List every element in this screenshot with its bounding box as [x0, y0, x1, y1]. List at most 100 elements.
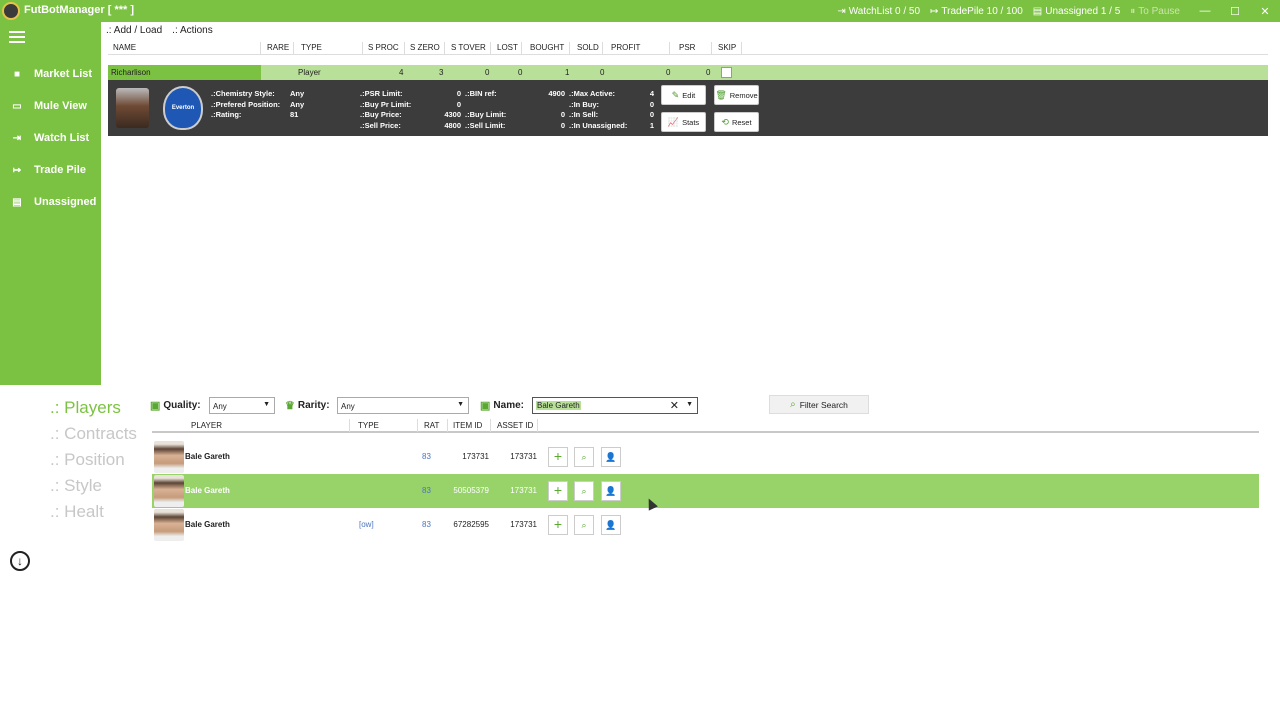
name-input-text: Bale Gareth [536, 401, 581, 410]
search-player-button[interactable]: 👤 [601, 515, 621, 535]
name-search-input[interactable]: Bale Gareth ✕ ▼ [532, 397, 698, 414]
table-row[interactable]: Richarlison Player 4 3 0 0 1 0 0 0 [108, 65, 1268, 80]
person-search-icon: 👤 [605, 452, 617, 462]
table-row[interactable]: Bale Gareth 83 50505379 173731 + ⌕ 👤 [152, 474, 1259, 508]
filter-search-button[interactable]: ⌕ Filter Search [769, 395, 869, 414]
player-name: Richarlison [108, 65, 261, 80]
edit-icon: ✎ [671, 89, 680, 100]
menu-add-load[interactable]: .: Add / Load [106, 25, 162, 36]
add-button[interactable]: + [548, 481, 568, 501]
col-psr[interactable]: PSR [674, 43, 695, 52]
max-active-label: .:Max Active: [569, 89, 615, 98]
col-s-proc[interactable]: S PROC [363, 43, 399, 52]
rating-value: 81 [290, 110, 299, 119]
position-value: Any [290, 100, 305, 109]
sidebar-item-trade-pile[interactable]: ↦ Trade Pile [0, 160, 101, 180]
maximize-button[interactable]: ☐ [1220, 5, 1250, 18]
menu-actions[interactable]: .: Actions [172, 25, 213, 36]
category-nav: .: Players .: Contracts .: Position .: S… [50, 398, 137, 528]
sidebar-item-unassigned[interactable]: ▤ Unassigned [0, 192, 101, 212]
minimize-button[interactable]: — [1190, 5, 1220, 17]
pause-button[interactable]: ⏸ To Pause [1130, 6, 1180, 17]
category-contracts[interactable]: .: Contracts [50, 424, 137, 450]
table-row[interactable]: Bale Gareth [ow] 83 67282595 173731 + ⌕ … [152, 508, 1259, 542]
crown-icon: ♛ [285, 400, 295, 412]
add-button[interactable]: + [548, 515, 568, 535]
add-button[interactable]: + [548, 447, 568, 467]
category-style[interactable]: .: Style [50, 476, 137, 502]
sidebar-item-mule-view[interactable]: ▭ Mule View [0, 96, 101, 116]
col-lost[interactable]: LOST [492, 43, 518, 52]
search-player-button[interactable]: 👤 [601, 481, 621, 501]
sell-limit-value: 0 [560, 121, 565, 130]
caret-down-icon[interactable]: ▼ [686, 401, 693, 408]
search-market-button[interactable]: ⌕ [574, 515, 594, 535]
rarity-label: ♛ Rarity: [285, 400, 330, 412]
col-profit[interactable]: PROFIT [606, 43, 640, 52]
edit-button[interactable]: ✎ Edit [661, 85, 706, 105]
top-menu: .: Add / Load .: Actions [106, 25, 213, 36]
hamburger-menu-icon[interactable] [9, 31, 25, 46]
col-skip[interactable]: SKIP [713, 43, 736, 52]
player-rating: 83 [422, 520, 431, 529]
row-s-zero: 3 [439, 68, 444, 77]
search-list-icon: ⌕ [581, 486, 587, 496]
player-name: Bale Gareth [185, 452, 230, 461]
watchlist-counter[interactable]: ⇥ WatchList 0 / 50 [837, 6, 920, 17]
col-rat[interactable]: RAT [424, 421, 439, 430]
col-sold[interactable]: SOLD [572, 43, 599, 52]
search-player-button[interactable]: 👤 [601, 447, 621, 467]
sidebar-item-market-list[interactable]: ■ Market List [0, 64, 101, 84]
stats-button[interactable]: 📈 Stats [661, 112, 706, 132]
col-asset-id[interactable]: ASSET ID [497, 421, 533, 430]
app-title: FutBotManager [ *** ] [24, 4, 134, 16]
col-s-zero[interactable]: S ZERO [405, 43, 440, 52]
category-healt[interactable]: .: Healt [50, 502, 137, 528]
position-label: .:Prefered Position: [211, 100, 281, 109]
col-rare[interactable]: RARE [262, 43, 289, 52]
tradepile-counter[interactable]: ↦ TradePile 10 / 100 [930, 6, 1023, 17]
skip-checkbox[interactable] [721, 67, 732, 78]
col-item-id[interactable]: ITEM ID [453, 421, 482, 430]
clear-icon[interactable]: ✕ [670, 399, 679, 412]
arrow-down-icon[interactable]: ↓ [10, 551, 30, 571]
psr-limit-label: .:PSR Limit: [360, 89, 403, 98]
search-market-button[interactable]: ⌕ [574, 447, 594, 467]
col-type[interactable]: TYPE [296, 43, 322, 52]
asset-id: 173731 [510, 520, 537, 529]
person-search-icon: 👤 [605, 486, 617, 496]
row-s-proc: 4 [399, 68, 404, 77]
in-sell-value: 0 [649, 110, 654, 119]
remove-button[interactable]: 🗑 Remove [714, 85, 759, 105]
search-list-icon: ⌕ [790, 399, 796, 410]
sidebar: ■ Market List ▭ Mule View ⇥ Watch List ↦ Tra… [0, 22, 101, 385]
col-bought[interactable]: BOUGHT [525, 43, 564, 52]
unassigned-counter[interactable]: ▤ Unassigned 1 / 5 [1033, 6, 1121, 17]
sell-price-value: 4800 [444, 121, 461, 130]
col-s-tover[interactable]: S TOVER [446, 43, 486, 52]
player-rating: 83 [422, 452, 431, 461]
plus-icon: + [553, 482, 563, 498]
search-market-button[interactable]: ⌕ [574, 481, 594, 501]
buy-limit-value: 0 [560, 110, 565, 119]
table-row[interactable]: Bale Gareth 83 173731 173731 + ⌕ 👤 [152, 440, 1259, 474]
bag-icon: ■ [13, 68, 21, 80]
buy-price-label: .:Buy Price: [360, 110, 402, 119]
name-label: ▣ Name: [480, 400, 524, 412]
title-bar: FutBotManager [ *** ] ⇥ WatchList 0 / 50 … [0, 0, 1280, 22]
rarity-select[interactable]: Any ▼ [337, 397, 469, 414]
col-name[interactable]: NAME [108, 43, 136, 52]
col-player[interactable]: PLAYER [191, 421, 222, 430]
category-players[interactable]: .: Players [50, 398, 137, 424]
sidebar-item-watch-list[interactable]: ⇥ Watch List [0, 128, 101, 148]
quality-select[interactable]: Any ▼ [209, 397, 275, 414]
close-button[interactable]: ✕ [1250, 5, 1280, 18]
col-type[interactable]: TYPE [358, 421, 379, 430]
in-sell-label: .:In Sell: [569, 110, 599, 119]
category-position[interactable]: .: Position [50, 450, 137, 476]
player-name: Bale Gareth [185, 486, 230, 495]
reset-button[interactable]: ⟲ Reset [714, 112, 759, 132]
list-icon: ▤ [12, 196, 22, 208]
export-icon: ↦ [12, 164, 22, 176]
market-grid-header: NAME RARE TYPE S PROC S ZERO S TOVER LOS… [108, 42, 1268, 55]
